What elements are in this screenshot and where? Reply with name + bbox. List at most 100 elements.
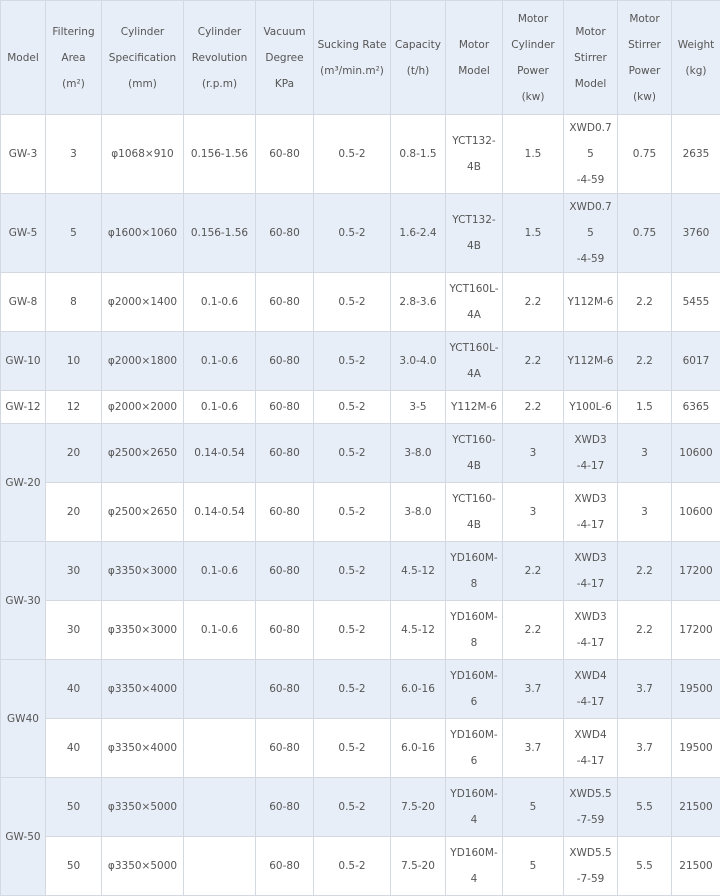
cell-area: 12 (46, 391, 102, 424)
spec-table: Model FilteringArea(m²) CylinderSpecific… (0, 0, 720, 896)
cell-weight: 17200 (672, 601, 720, 660)
cell-stirrer-power: 2.2 (618, 332, 672, 391)
table-row: GW-10 10 φ2000×1800 0.1-0.6 60-80 0.5-2 … (1, 332, 720, 391)
header-motor-stirrer-model: MotorStirrerModel (564, 1, 618, 115)
cell-model: GW-5 (1, 194, 46, 273)
cell-capacity: 3-8.0 (391, 424, 446, 483)
table-row: GW-8 8 φ2000×1400 0.1-0.6 60-80 0.5-2 2.… (1, 273, 720, 332)
cell-weight: 10600 (672, 424, 720, 483)
cell-motor-model: YCT160-4B (446, 483, 503, 542)
cell-stirrer-model: XWD5.5-7-59 (564, 837, 618, 896)
cell-capacity: 7.5-20 (391, 778, 446, 837)
cell-capacity: 7.5-20 (391, 837, 446, 896)
cell-spec: φ3350×3000 (102, 601, 184, 660)
cell-area: 50 (46, 778, 102, 837)
cell-spec: φ1600×1060 (102, 194, 184, 273)
table-row: GW-12 12 φ2000×2000 0.1-0.6 60-80 0.5-2 … (1, 391, 720, 424)
cell-motor-model: YCT160L-4A (446, 273, 503, 332)
header-capacity: Capacity(t/h) (391, 1, 446, 115)
cell-model: GW-8 (1, 273, 46, 332)
header-motor-stirrer-power: MotorStirrerPower(kw) (618, 1, 672, 115)
cell-stirrer-model: XWD4-4-17 (564, 719, 618, 778)
header-row: Model FilteringArea(m²) CylinderSpecific… (1, 1, 720, 115)
header-vacuum-degree: VacuumDegreeKPa (256, 1, 314, 115)
cell-spec: φ2500×2650 (102, 424, 184, 483)
cell-motor-power: 1.5 (503, 115, 564, 194)
cell-area: 20 (46, 483, 102, 542)
cell-motor-model: YD160M-4 (446, 837, 503, 896)
cell-revolution: 0.1-0.6 (184, 332, 256, 391)
table-row: 40 φ3350×4000 60-80 0.5-2 6.0-16 YD160M-… (1, 719, 720, 778)
cell-sucking-rate: 0.5-2 (314, 194, 391, 273)
table-row: GW-30 30 φ3350×3000 0.1-0.6 60-80 0.5-2 … (1, 542, 720, 601)
cell-revolution: 0.156-1.56 (184, 194, 256, 273)
cell-weight: 3760 (672, 194, 720, 273)
cell-stirrer-model: XWD3-4-17 (564, 424, 618, 483)
cell-vacuum: 60-80 (256, 601, 314, 660)
cell-vacuum: 60-80 (256, 778, 314, 837)
cell-spec: φ3350×4000 (102, 660, 184, 719)
cell-stirrer-model: Y112M-6 (564, 273, 618, 332)
table-row: GW40 40 φ3350×4000 60-80 0.5-2 6.0-16 YD… (1, 660, 720, 719)
cell-revolution: 0.1-0.6 (184, 273, 256, 332)
cell-stirrer-power: 0.75 (618, 194, 672, 273)
cell-area: 8 (46, 273, 102, 332)
cell-spec: φ2000×1800 (102, 332, 184, 391)
cell-motor-power: 3.7 (503, 660, 564, 719)
cell-vacuum: 60-80 (256, 483, 314, 542)
cell-motor-power: 2.2 (503, 332, 564, 391)
cell-spec: φ3350×4000 (102, 719, 184, 778)
cell-capacity: 6.0-16 (391, 660, 446, 719)
cell-motor-model: YCT160L-4A (446, 332, 503, 391)
cell-motor-model: YD160M-6 (446, 719, 503, 778)
cell-motor-power: 3 (503, 424, 564, 483)
cell-model: GW-20 (1, 424, 46, 542)
header-sucking-rate: Sucking Rate(m³/min.m²) (314, 1, 391, 115)
cell-area: 20 (46, 424, 102, 483)
cell-motor-power: 2.2 (503, 391, 564, 424)
table-row: 50 φ3350×5000 60-80 0.5-2 7.5-20 YD160M-… (1, 837, 720, 896)
cell-capacity: 3.0-4.0 (391, 332, 446, 391)
header-motor-model: MotorModel (446, 1, 503, 115)
cell-spec: φ3350×5000 (102, 778, 184, 837)
cell-stirrer-model: XWD3-4-17 (564, 601, 618, 660)
cell-capacity: 1.6-2.4 (391, 194, 446, 273)
cell-spec: φ3350×5000 (102, 837, 184, 896)
cell-motor-power: 5 (503, 837, 564, 896)
cell-revolution: 0.156-1.56 (184, 115, 256, 194)
cell-motor-model: YD160M-4 (446, 778, 503, 837)
cell-capacity: 2.8-3.6 (391, 273, 446, 332)
cell-motor-model: YD160M-6 (446, 660, 503, 719)
cell-motor-power: 2.2 (503, 273, 564, 332)
cell-motor-model: YCT132-4B (446, 194, 503, 273)
cell-revolution (184, 778, 256, 837)
cell-capacity: 0.8-1.5 (391, 115, 446, 194)
cell-motor-power: 3 (503, 483, 564, 542)
cell-sucking-rate: 0.5-2 (314, 483, 391, 542)
table-row: GW-3 3 φ1068×910 0.156-1.56 60-80 0.5-2 … (1, 115, 720, 194)
cell-capacity: 4.5-12 (391, 542, 446, 601)
cell-sucking-rate: 0.5-2 (314, 115, 391, 194)
cell-motor-power: 5 (503, 778, 564, 837)
cell-stirrer-power: 5.5 (618, 778, 672, 837)
cell-capacity: 4.5-12 (391, 601, 446, 660)
cell-sucking-rate: 0.5-2 (314, 719, 391, 778)
cell-stirrer-model: XWD0.75-4-59 (564, 194, 618, 273)
cell-capacity: 6.0-16 (391, 719, 446, 778)
cell-weight: 2635 (672, 115, 720, 194)
header-motor-cylinder-power: MotorCylinderPower(kw) (503, 1, 564, 115)
cell-vacuum: 60-80 (256, 115, 314, 194)
cell-model: GW-12 (1, 391, 46, 424)
table-row: 20 φ2500×2650 0.14-0.54 60-80 0.5-2 3-8.… (1, 483, 720, 542)
cell-vacuum: 60-80 (256, 273, 314, 332)
cell-motor-power: 1.5 (503, 194, 564, 273)
cell-vacuum: 60-80 (256, 660, 314, 719)
cell-stirrer-power: 0.75 (618, 115, 672, 194)
cell-stirrer-model: XWD3-4-17 (564, 542, 618, 601)
cell-revolution: 0.14-0.54 (184, 483, 256, 542)
cell-sucking-rate: 0.5-2 (314, 424, 391, 483)
header-filtering-area: FilteringArea(m²) (46, 1, 102, 115)
cell-stirrer-power: 2.2 (618, 542, 672, 601)
cell-motor-power: 2.2 (503, 601, 564, 660)
cell-stirrer-power: 2.2 (618, 273, 672, 332)
